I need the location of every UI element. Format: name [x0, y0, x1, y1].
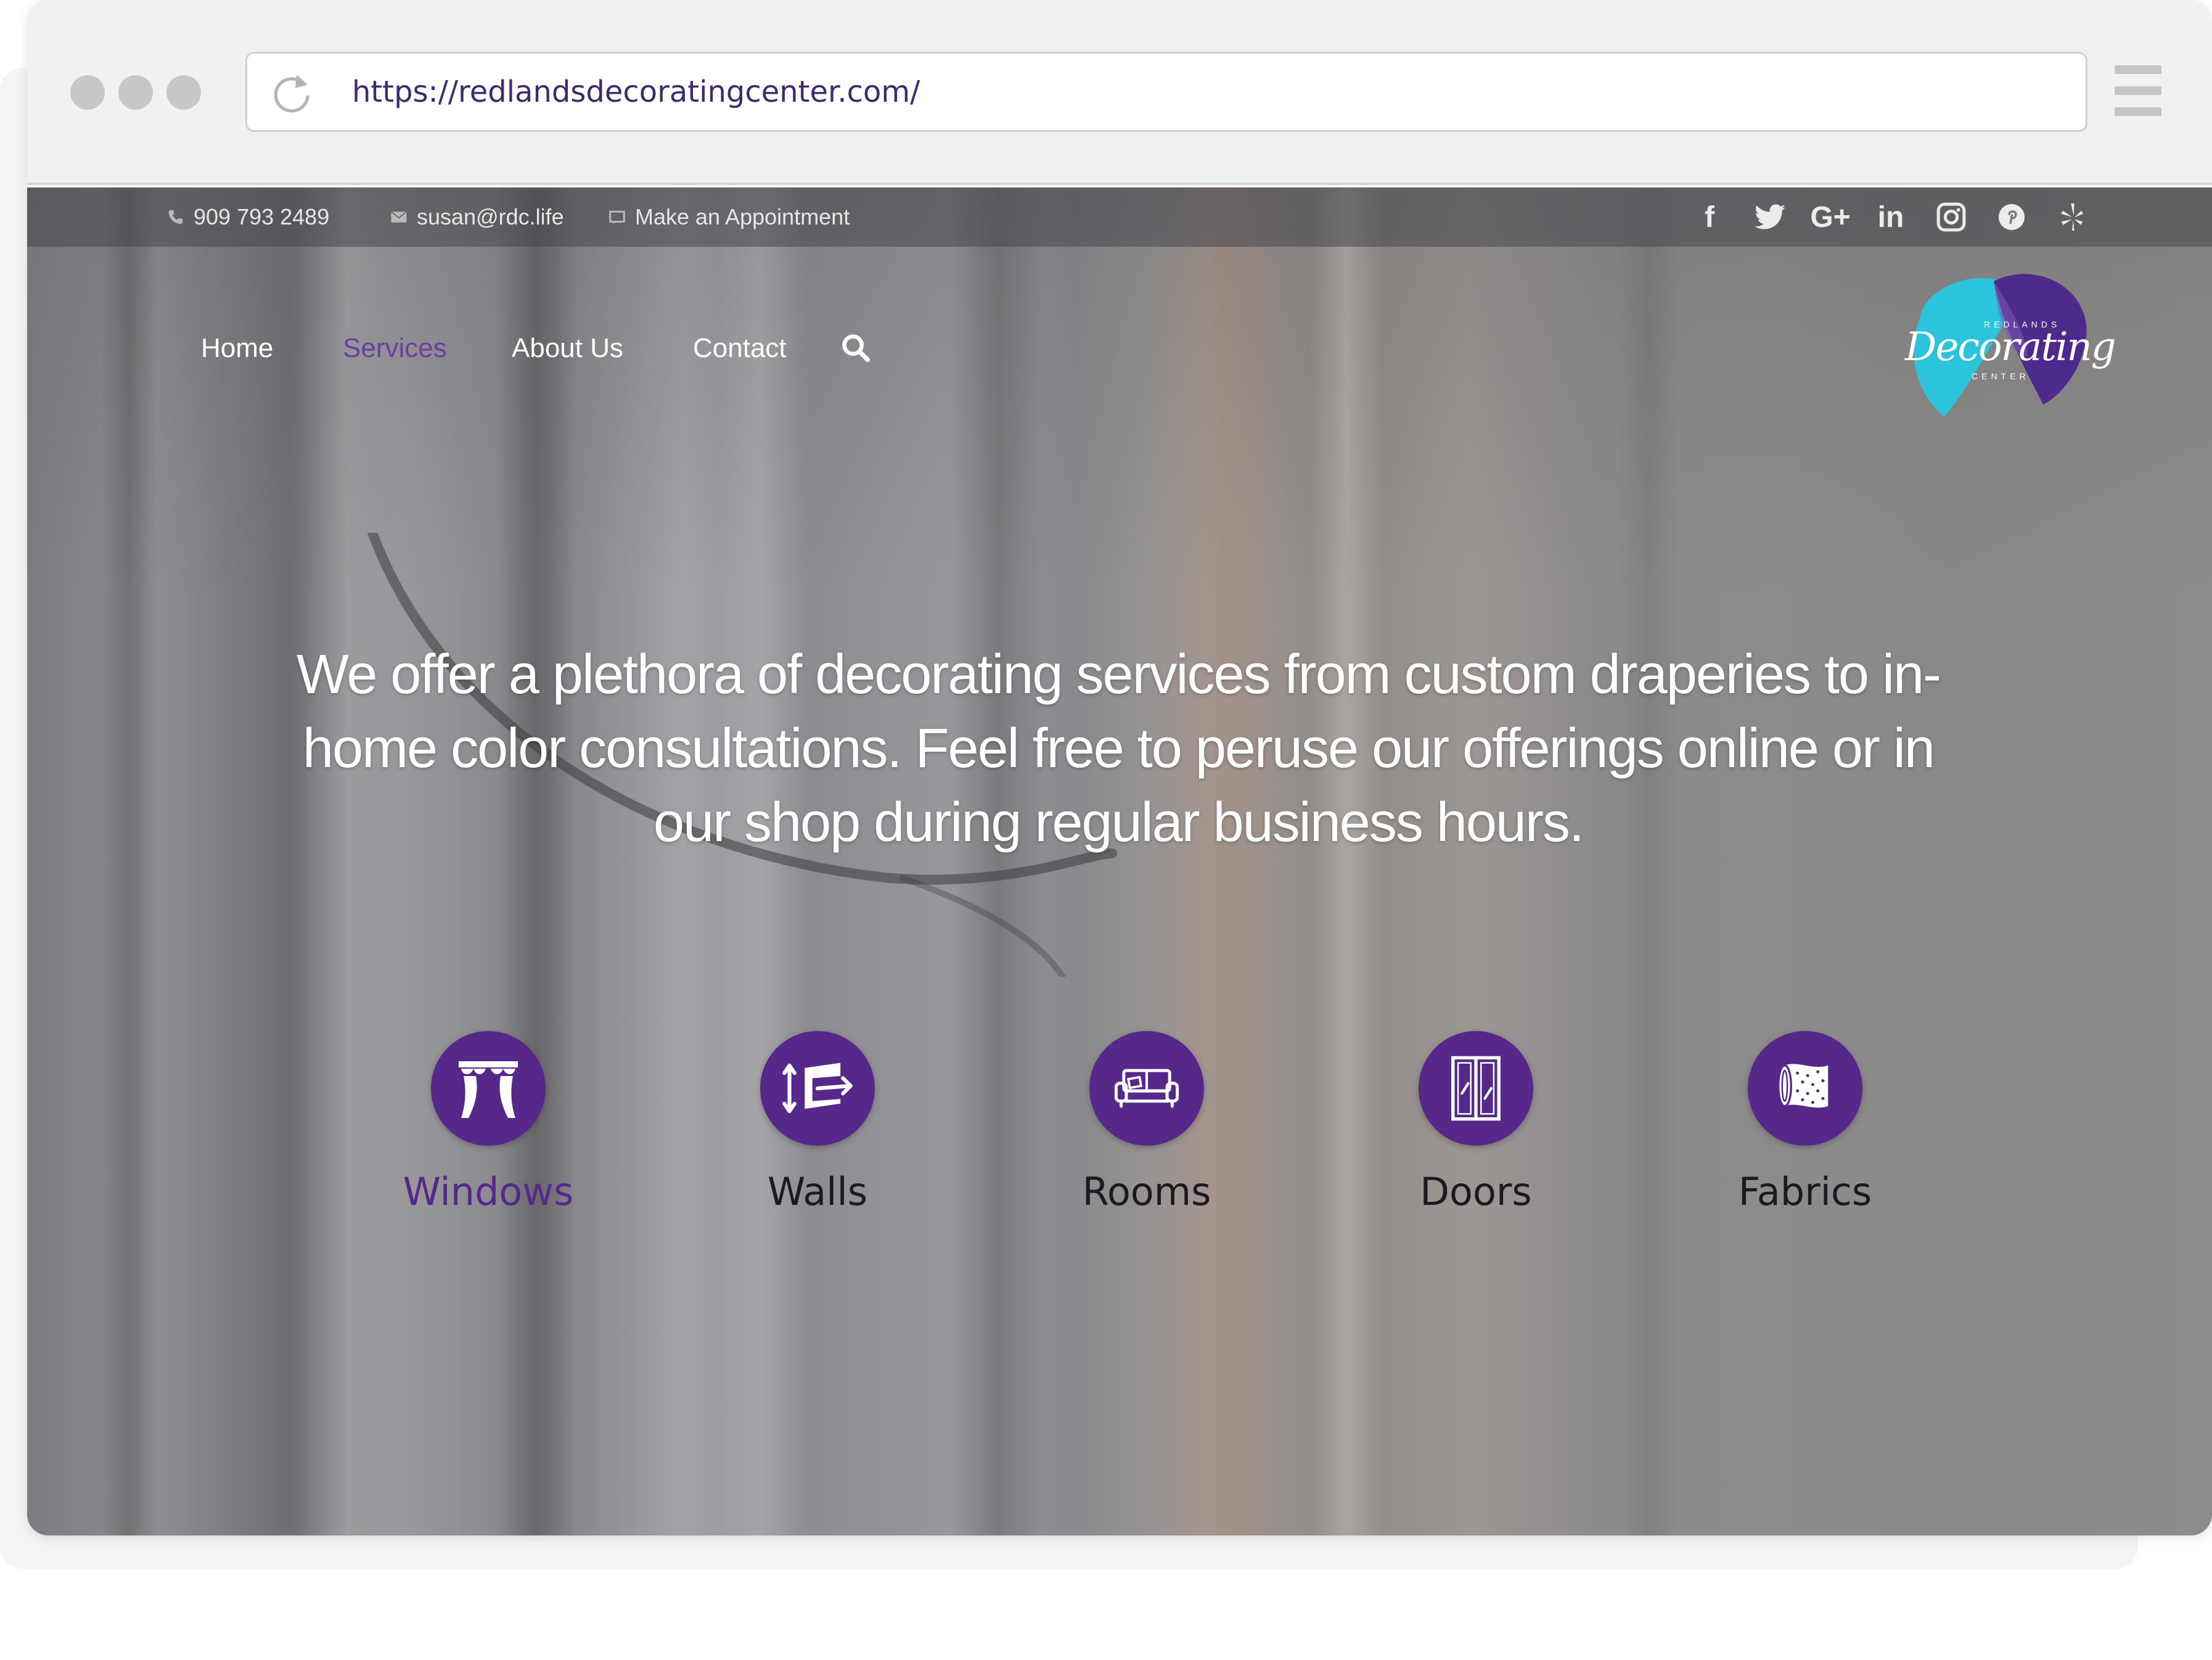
browser-window: https://redlandsdecoratingcenter.com/ 90…	[27, 0, 2212, 1535]
phone-icon	[168, 210, 183, 224]
facebook-icon[interactable]: f	[1679, 200, 1740, 234]
nav-home[interactable]: Home	[201, 321, 273, 376]
social-links: f G+ in	[1679, 200, 2102, 234]
linkedin-icon[interactable]: in	[1861, 200, 1921, 234]
service-icon-circle	[1748, 1031, 1862, 1146]
email-address: susan@rdc.life	[417, 204, 564, 229]
service-icon-circle	[1089, 1031, 1204, 1146]
minimize-window-button[interactable]	[118, 75, 153, 110]
contact-bar: 909 793 2489 susan@rdc.life Make an Appo…	[27, 187, 2212, 247]
curtain-fold	[1155, 187, 1291, 1535]
service-label: Rooms	[1082, 1169, 1211, 1214]
fabric-bolt-icon	[1777, 1064, 1829, 1108]
service-doors[interactable]: Doors	[1377, 1031, 1575, 1214]
appointment-label: Make an Appointment	[635, 204, 850, 229]
service-icon-circle	[760, 1031, 875, 1146]
service-label: Doors	[1420, 1169, 1532, 1214]
curtains-icon	[459, 1061, 518, 1118]
service-label: Walls	[767, 1169, 868, 1214]
close-window-button[interactable]	[70, 75, 105, 110]
maximize-window-button[interactable]	[166, 75, 201, 110]
address-bar[interactable]: https://redlandsdecoratingcenter.com/	[245, 52, 2087, 132]
site-logo[interactable]: REDLANDS Decorating CENTER	[1901, 269, 2116, 429]
service-fabrics[interactable]: Fabrics	[1706, 1031, 1904, 1214]
yelp-icon[interactable]	[2042, 200, 2102, 234]
service-walls[interactable]: Walls	[719, 1031, 916, 1214]
service-label: Fabrics	[1738, 1169, 1872, 1214]
hero-section: 909 793 2489 susan@rdc.life Make an Appo…	[27, 187, 2212, 1535]
reload-icon[interactable]	[267, 70, 316, 119]
service-icon-circle	[431, 1031, 546, 1146]
curtain-fold	[101, 187, 157, 1535]
sofa-icon	[1114, 1069, 1179, 1108]
phone-number: 909 793 2489	[194, 204, 330, 229]
twitter-icon[interactable]	[1740, 200, 1800, 234]
instagram-icon[interactable]	[1921, 200, 1981, 234]
google-plus-icon[interactable]: G+	[1800, 200, 1861, 234]
nav-contact[interactable]: Contact	[693, 321, 787, 376]
nav-about-us[interactable]: About Us	[512, 321, 623, 376]
service-rooms[interactable]: Rooms	[1048, 1031, 1245, 1214]
wallpaper-roll-icon	[782, 1062, 853, 1114]
browser-menu-icon[interactable]	[2115, 65, 2161, 118]
appointment-link[interactable]: Make an Appointment	[608, 187, 850, 247]
service-label: Windows	[403, 1169, 574, 1214]
curtain-fold	[1309, 187, 1383, 1535]
nav-services[interactable]: Services	[343, 321, 447, 376]
logo-script-text: Decorating	[1905, 324, 2116, 370]
envelope-icon	[390, 211, 408, 223]
email-link[interactable]: susan@rdc.life	[390, 187, 564, 247]
phone-link[interactable]: 909 793 2489	[166, 187, 329, 247]
logo-bottom-text: CENTER	[1972, 371, 2030, 381]
calendar-icon	[609, 210, 625, 224]
window-controls	[70, 75, 201, 110]
url-text[interactable]: https://redlandsdecoratingcenter.com/	[352, 54, 920, 130]
pinterest-icon[interactable]	[1981, 200, 2042, 234]
service-icon-circle	[1419, 1031, 1533, 1146]
double-door-icon	[1451, 1056, 1501, 1121]
curtain-fold	[1618, 187, 1679, 1535]
hero-headline: We offer a plethora of decorating servic…	[297, 644, 1941, 853]
service-windows[interactable]: Windows	[390, 1031, 587, 1214]
search-icon[interactable]	[840, 332, 872, 364]
browser-chrome: https://redlandsdecoratingcenter.com/	[27, 0, 2212, 185]
